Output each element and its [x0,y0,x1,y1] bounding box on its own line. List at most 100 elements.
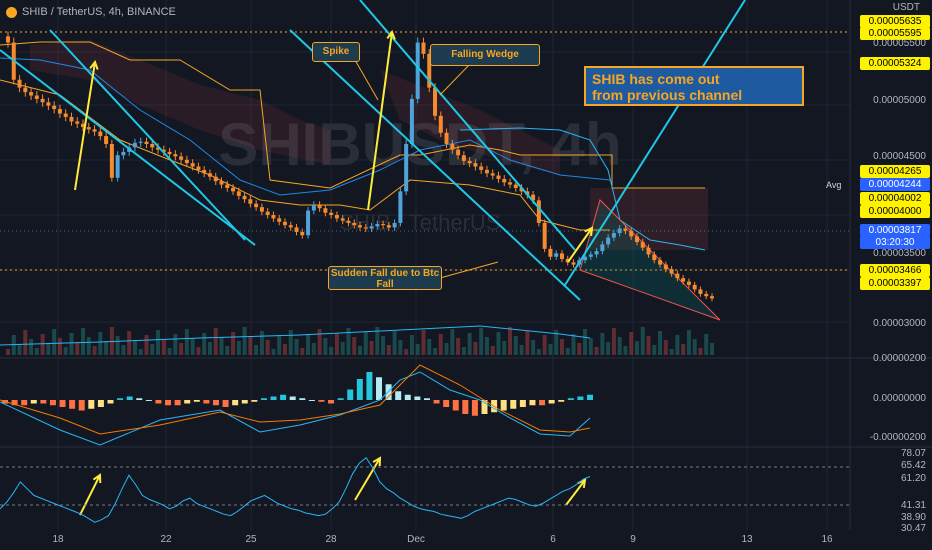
macd-bar [222,400,229,407]
candle [340,218,345,221]
volume-bar [461,347,466,355]
volume-bar [669,349,674,355]
price-tick: 0.00005500 [873,38,926,49]
yellow-arrow [565,479,586,506]
candle [623,228,628,231]
macd-bar [443,400,450,407]
volume-bar [433,348,438,355]
candle [369,226,374,229]
macd-bar [88,400,95,409]
volume-bar [40,334,45,355]
macd-bar [404,394,411,400]
candle [456,149,461,156]
candle [132,142,137,148]
volume-bar [196,347,201,355]
macd-bar [423,398,430,400]
candle [502,178,507,183]
volume-bar [531,340,536,355]
macd-bar [184,400,191,404]
x-tick: 25 [245,534,257,545]
candle [496,175,501,179]
volume-bar [686,330,691,355]
candle [600,244,605,252]
volume-bar [213,328,218,355]
price-tag-support2: 0.00003397 [860,277,930,290]
candle [271,215,276,219]
candle [300,231,305,236]
rsi-tick: 65.42 [900,460,926,471]
volume-bar [334,333,339,355]
volume-bar [57,338,62,355]
chart-header: SHIB / TetherUS, 4h, BINANCE [6,6,176,18]
volume-bar [358,346,362,355]
volume-bar [69,333,74,355]
candle [248,199,253,204]
macd-bar [471,400,478,416]
chart-title: SHIB / TetherUS, 4h, BINANCE [22,6,176,18]
candle [86,127,91,130]
candle [323,208,328,213]
candle [606,237,611,245]
macd-bar [165,400,172,406]
macd-bar [212,400,219,406]
macd-bar [328,400,335,404]
chart-root: SHIBUSDT, 4h SHIB / TetherUS SHIB / Tethe… [0,0,932,550]
macd-bar [174,400,181,406]
volume-bar [536,349,541,355]
volume-bar [415,344,420,355]
note-line-2: from previous channel [592,87,743,103]
candle [23,87,28,93]
price-tag-band: 0.00004265 [860,165,930,178]
volume-bar [513,336,518,355]
candle [259,207,264,212]
candle [75,121,80,124]
volume-bar [34,348,39,355]
candle [473,163,478,167]
candle [375,224,380,227]
channel-breakout-note: SHIB has come out from previous channel [584,66,804,106]
macd-bar [356,379,363,400]
volume-bar [392,331,397,355]
candle [433,87,438,116]
volume-bar [184,329,189,355]
volume-bar [381,336,386,355]
rsi-tick: 30.47 [900,523,926,534]
volume-bar [456,338,461,355]
candle [196,166,201,170]
volume-bar [219,337,224,355]
candle [490,173,495,176]
macd-bar [251,400,258,402]
volume-bar [502,341,507,355]
candle [202,169,207,174]
volume-bar [167,348,172,355]
rsi-tick: 38.90 [900,512,926,523]
candle [704,293,709,297]
candle [398,191,403,223]
candle [213,176,218,182]
x-tick: 6 [550,534,556,545]
macd-tick: -0.00000200 [869,432,926,443]
note-line-1: SHIB has come out [592,71,720,87]
macd-bar [433,400,440,404]
candle [710,296,714,299]
volume-bar [427,339,432,355]
volume-bar [404,349,409,355]
macd-bar [280,394,287,400]
macd-bar [452,400,459,411]
volume-bar [271,349,276,355]
volume-bar [519,345,524,355]
volume-bar [600,333,605,355]
macd-bar [395,391,402,400]
candle [663,264,668,270]
macd-bar [78,400,85,411]
volume-bar [525,331,530,355]
rsi-tick: 41.31 [900,500,926,511]
candle [409,98,414,144]
volume-bar [179,343,184,355]
candle [242,195,247,200]
candle [479,166,484,170]
candle [306,210,311,236]
volume-bar [121,345,126,355]
candle [346,220,351,223]
cloud-zone [30,40,330,165]
